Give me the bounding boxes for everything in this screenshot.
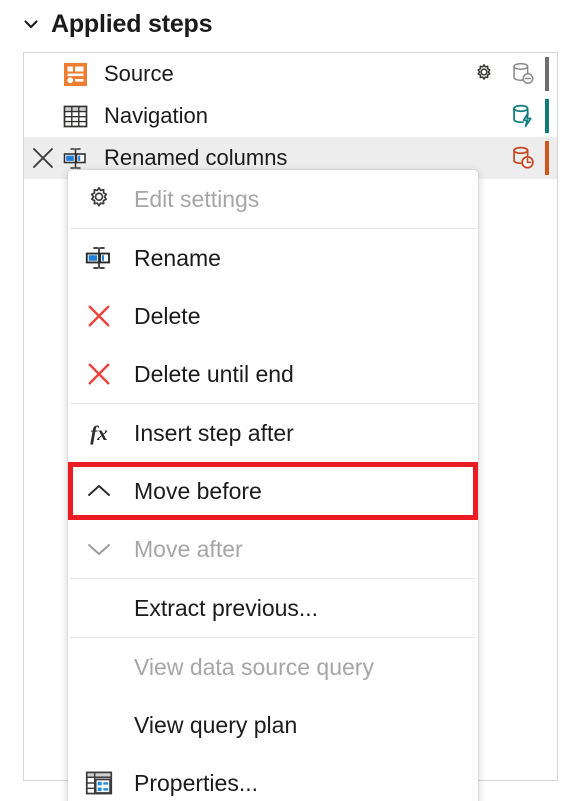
applied-steps-pane: Applied steps Source Navigation Renamed … xyxy=(0,0,581,801)
menu-item-view-data-source-query[interactable]: View data source query xyxy=(68,638,478,696)
menu-item-extract-previous[interactable]: Extract previous... xyxy=(68,579,478,637)
menu-item-label: Properties... xyxy=(134,769,258,796)
menu-item-view-query-plan[interactable]: View query plan xyxy=(68,696,478,754)
page-title: Applied steps xyxy=(51,9,213,38)
menu-item-delete[interactable]: Delete xyxy=(68,287,478,345)
delete-x-icon xyxy=(68,345,130,403)
database-bolt-icon[interactable] xyxy=(504,99,542,133)
menu-item-label: View data source query xyxy=(134,653,374,680)
close-icon[interactable] xyxy=(26,137,60,179)
menu-item-rename[interactable]: Rename xyxy=(68,229,478,287)
menu-item-delete-until-end[interactable]: Delete until end xyxy=(68,345,478,403)
gear-icon xyxy=(68,170,130,228)
step-label: Source xyxy=(104,61,174,86)
menu-item-label: Move before xyxy=(134,477,262,504)
chevron-down-icon[interactable] xyxy=(22,15,40,33)
menu-item-move-before[interactable]: Move before xyxy=(68,462,478,520)
menu-icon-placeholder xyxy=(68,696,130,754)
menu-item-label: Extract previous... xyxy=(134,594,319,621)
step-row[interactable]: Source xyxy=(24,53,557,95)
step-delete-placeholder xyxy=(26,95,60,137)
step-actions xyxy=(464,95,557,137)
step-label: Navigation xyxy=(104,103,208,128)
svg-text:fx: fx xyxy=(90,421,108,445)
menu-item-insert-step-after[interactable]: fx Insert step after xyxy=(68,404,478,462)
menu-item-properties[interactable]: Properties... xyxy=(68,754,478,801)
chevron-down-icon xyxy=(68,520,130,578)
step-row[interactable]: Navigation xyxy=(24,95,557,137)
rename-step-icon xyxy=(60,143,90,173)
source-step-icon xyxy=(60,59,90,89)
menu-item-label: Delete until end xyxy=(134,360,294,387)
menu-item-label: Move after xyxy=(134,535,243,562)
chevron-up-icon xyxy=(68,462,130,520)
menu-icon-placeholder xyxy=(68,579,130,637)
menu-item-label: Delete xyxy=(134,302,201,329)
gear-icon[interactable] xyxy=(464,57,504,91)
fx-icon: fx xyxy=(68,404,130,462)
menu-item-label: Rename xyxy=(134,244,221,271)
database-minus-icon[interactable] xyxy=(504,57,542,91)
properties-icon xyxy=(68,754,130,801)
applied-steps-header[interactable]: Applied steps xyxy=(22,4,213,44)
step-status-bar xyxy=(545,57,549,91)
step-status-bar xyxy=(545,99,549,133)
menu-item-label: Insert step after xyxy=(134,419,294,446)
rename-icon xyxy=(68,229,130,287)
delete-x-icon xyxy=(68,287,130,345)
menu-item-label: Edit settings xyxy=(134,185,260,212)
menu-icon-placeholder xyxy=(68,638,130,696)
step-actions xyxy=(464,53,557,95)
menu-item-move-after[interactable]: Move after xyxy=(68,520,478,578)
step-label: Renamed columns xyxy=(104,145,288,170)
step-context-menu: Edit settings Rename Delete Delete until… xyxy=(68,170,478,801)
menu-item-edit-settings[interactable]: Edit settings xyxy=(68,170,478,228)
step-status-bar xyxy=(545,141,549,175)
table-grid-icon xyxy=(60,101,90,131)
step-delete-placeholder xyxy=(26,53,60,95)
database-clock-icon[interactable] xyxy=(504,141,542,175)
gear-placeholder xyxy=(464,99,504,133)
menu-item-label: View query plan xyxy=(134,711,298,738)
